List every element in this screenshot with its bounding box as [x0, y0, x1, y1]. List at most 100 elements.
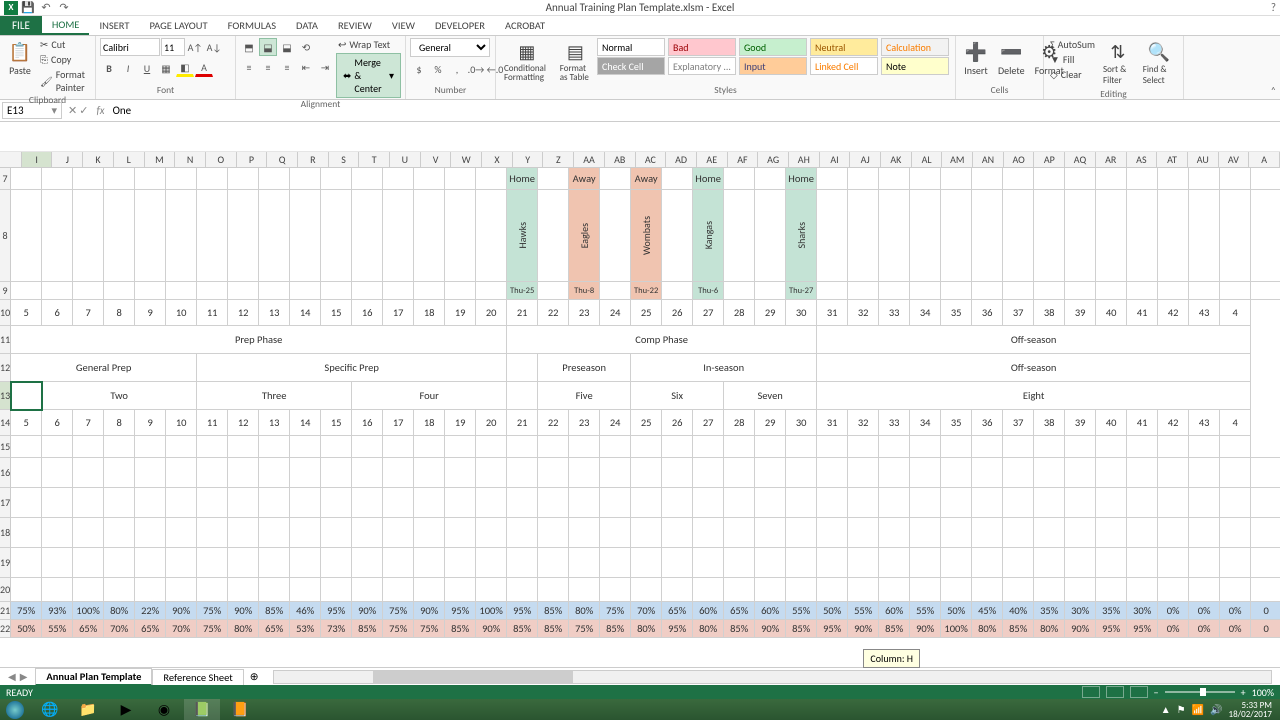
column-header[interactable]: AP	[1034, 152, 1065, 167]
cell[interactable]	[817, 282, 848, 300]
cell[interactable]: 25	[631, 410, 662, 436]
cell[interactable]	[42, 190, 73, 282]
cell[interactable]	[755, 282, 786, 300]
network-icon[interactable]: 📶	[1192, 703, 1204, 716]
cell[interactable]	[600, 518, 631, 548]
cell[interactable]: 35	[941, 410, 972, 436]
cell[interactable]: Eight	[817, 382, 1251, 410]
cell[interactable]	[1251, 578, 1280, 602]
cell-styles-gallery[interactable]: NormalBadGoodNeutralCalculationCheck Cel…	[597, 38, 951, 75]
cell[interactable]	[1034, 518, 1065, 548]
cell[interactable]	[786, 518, 817, 548]
column-header[interactable]: R	[298, 152, 329, 167]
chrome-icon[interactable]: ◉	[146, 699, 182, 720]
column-header[interactable]: AN	[973, 152, 1004, 167]
cell[interactable]	[879, 436, 910, 458]
cell[interactable]	[817, 168, 848, 190]
cell[interactable]	[724, 436, 755, 458]
cell[interactable]	[631, 548, 662, 578]
cell[interactable]	[507, 548, 538, 578]
cell[interactable]	[786, 548, 817, 578]
cell[interactable]	[290, 578, 321, 602]
cell[interactable]	[693, 518, 724, 548]
cell[interactable]: Off-season	[817, 354, 1251, 382]
cell[interactable]: 27	[693, 300, 724, 326]
cell[interactable]	[259, 518, 290, 548]
cell[interactable]	[383, 458, 414, 488]
cell[interactable]: 38	[1034, 300, 1065, 326]
cell[interactable]	[166, 190, 197, 282]
cell[interactable]	[11, 518, 42, 548]
cell[interactable]	[507, 458, 538, 488]
cell[interactable]	[445, 548, 476, 578]
cell[interactable]: 65%	[662, 602, 693, 620]
cell[interactable]: 38	[1034, 410, 1065, 436]
cell[interactable]	[941, 436, 972, 458]
row-header[interactable]: 9	[0, 282, 11, 300]
column-header[interactable]: AL	[912, 152, 943, 167]
cell[interactable]: 75%	[11, 602, 42, 620]
spreadsheet-grid[interactable]: IJKLMNOPQRSTUVWXYZAAABACADAEAFAGAHAIAJAK…	[0, 152, 1280, 638]
cell[interactable]	[1034, 282, 1065, 300]
cell[interactable]	[1034, 458, 1065, 488]
cell[interactable]	[476, 488, 507, 518]
percent-icon[interactable]: %	[429, 60, 447, 78]
column-header[interactable]: M	[145, 152, 176, 167]
cell[interactable]	[135, 488, 166, 518]
cell[interactable]	[11, 578, 42, 602]
cell[interactable]	[1003, 190, 1034, 282]
cell[interactable]	[910, 548, 941, 578]
cell[interactable]	[569, 518, 600, 548]
align-right-icon[interactable]: ≡	[278, 58, 296, 76]
cell[interactable]	[848, 488, 879, 518]
cell[interactable]	[600, 190, 631, 282]
cell[interactable]: 9	[135, 410, 166, 436]
cell[interactable]	[786, 436, 817, 458]
column-header[interactable]: J	[52, 152, 83, 167]
cell[interactable]: 100%	[476, 602, 507, 620]
cell[interactable]	[538, 168, 569, 190]
cell[interactable]: 55%	[910, 602, 941, 620]
cell[interactable]: 23	[569, 410, 600, 436]
explorer-icon[interactable]: 📁	[70, 699, 106, 720]
cell[interactable]	[724, 518, 755, 548]
zoom-level[interactable]: 100%	[1252, 686, 1274, 699]
cell[interactable]: 39	[1065, 410, 1096, 436]
flag-icon[interactable]: ⚑	[1177, 703, 1186, 716]
cell[interactable]	[135, 578, 166, 602]
cell[interactable]	[910, 190, 941, 282]
cell[interactable]	[1127, 190, 1158, 282]
cell[interactable]	[321, 282, 352, 300]
cell[interactable]	[631, 518, 662, 548]
cell[interactable]: 4	[1220, 300, 1251, 326]
cell[interactable]: 35	[941, 300, 972, 326]
cell[interactable]	[724, 578, 755, 602]
cell[interactable]	[11, 436, 42, 458]
cell[interactable]	[1034, 578, 1065, 602]
help-icon[interactable]: ?	[1271, 1, 1276, 14]
cell[interactable]	[1189, 548, 1220, 578]
cell[interactable]	[879, 190, 910, 282]
cell[interactable]	[1034, 488, 1065, 518]
cell[interactable]: Seven	[724, 382, 817, 410]
cell[interactable]	[724, 488, 755, 518]
cell[interactable]: 30%	[1065, 602, 1096, 620]
column-header[interactable]: Z	[543, 152, 574, 167]
column-header[interactable]: AC	[636, 152, 667, 167]
fx-icon[interactable]: fx	[92, 104, 108, 117]
cell[interactable]	[817, 436, 848, 458]
style-cell[interactable]: Linked Cell	[810, 57, 878, 75]
column-header[interactable]: AI	[820, 152, 851, 167]
cell[interactable]	[662, 282, 693, 300]
cell[interactable]	[910, 458, 941, 488]
cell[interactable]	[259, 548, 290, 578]
cell[interactable]	[1034, 436, 1065, 458]
cell[interactable]	[600, 488, 631, 518]
cell[interactable]: 19	[445, 410, 476, 436]
cell[interactable]: 19	[445, 300, 476, 326]
cell[interactable]	[445, 282, 476, 300]
cell[interactable]	[290, 190, 321, 282]
insert-button[interactable]: ➕Insert	[960, 38, 992, 79]
column-header[interactable]: AA	[574, 152, 605, 167]
tab-insert[interactable]: INSERT	[89, 16, 139, 35]
